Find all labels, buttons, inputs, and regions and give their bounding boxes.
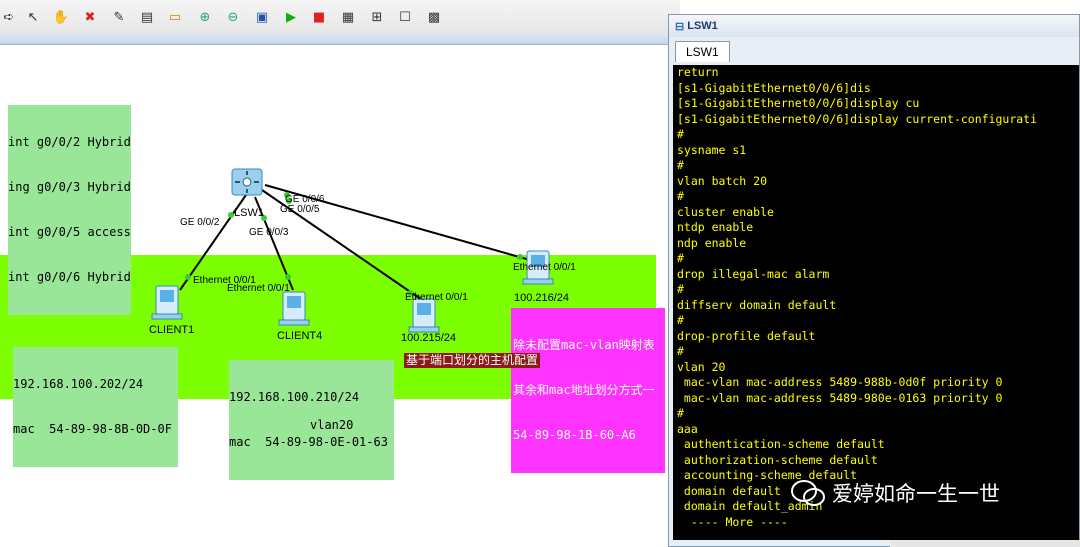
terminal-line: drop illegal-mac alarm <box>677 266 830 281</box>
terminal-line: [s1-GigabitEthernet0/0/6]display current… <box>677 111 1038 126</box>
client1-ip: 192.168.100.202/24 <box>13 377 144 391</box>
terminal-line: # <box>677 344 684 358</box>
port-note-line: ing g0/0/3 Hybrid <box>8 180 131 194</box>
arrow-icon[interactable]: ➪ <box>0 8 18 26</box>
port-label-ge5: GE 0/0/5 <box>280 204 320 215</box>
magenta-line: 54-89-98-1B-60-A6 <box>513 428 636 442</box>
terminal-line: ntdp enable <box>677 220 754 234</box>
terminal-line: # <box>677 406 684 420</box>
vlan-label: vlan20 <box>307 418 357 433</box>
terminal-line: return <box>677 65 719 79</box>
switch-icon <box>231 168 263 196</box>
port-label-ge3: GE 0/0/3 <box>249 227 289 238</box>
terminal-line: authorization-scheme default <box>677 452 878 467</box>
magenta-line: 其余和mac地址划分方式一 <box>513 383 655 397</box>
client4-ip: 192.168.100.210/24 <box>229 390 360 404</box>
terminal-line: ndp enable <box>677 235 747 250</box>
canvas-header-bar <box>0 34 668 45</box>
stop-icon[interactable]: ■ <box>310 8 328 26</box>
terminal-line: mac-vlan mac-address 5489-988b-0d0f prio… <box>677 375 1003 389</box>
terminal-line: cluster enable <box>677 204 774 219</box>
port-label-ge2: GE 0/0/2 <box>180 217 220 228</box>
terminal-line: # <box>677 251 684 265</box>
terminal-line: [s1-GigabitEthernet0/0/6]display cu <box>677 96 920 110</box>
window-app-icon: ⊟ <box>675 20 685 33</box>
mac-vlan-note: 除未配置mac-vlan映射表 其余和mac地址划分方式一 54-89-98-1… <box>511 308 665 473</box>
terminal-line: # <box>677 282 684 296</box>
hand-icon[interactable]: ✋ <box>52 8 70 26</box>
tab-lsw1[interactable]: LSW1 <box>675 41 730 62</box>
client4-mac: mac 54-89-98-0E-01-63 <box>229 435 388 449</box>
port-type-note: int g0/0/2 Hybrid ing g0/0/3 Hybrid int … <box>8 105 131 315</box>
fit-icon[interactable]: ▣ <box>253 8 271 26</box>
watermark-text: 爱婷如命一生一世 <box>832 482 1000 506</box>
terminal-line: authentication-scheme default <box>677 437 885 451</box>
client1-info-note: 192.168.100.202/24 mac 54-89-98-8B-0D-0F <box>13 347 178 467</box>
switch-label[interactable]: LSW1 <box>234 207 264 219</box>
terminal-line: [s1-GigabitEthernet0/0/6]dis <box>677 80 871 95</box>
terminal-line: vlan batch 20 <box>677 173 768 188</box>
terminal-icon[interactable]: ▩ <box>425 8 443 26</box>
client1-mac: mac 54-89-98-8B-0D-0F <box>13 422 172 436</box>
port-label-client4: Ethernet 0/0/1 <box>227 283 290 294</box>
capture-icon[interactable]: ▦ <box>339 8 357 26</box>
pc-client4-icon <box>278 291 310 326</box>
terminal-line: aaa <box>677 421 698 436</box>
pc-client1-icon <box>151 285 183 320</box>
zoom-out-icon[interactable]: ⊖ <box>224 8 242 26</box>
pointer-icon[interactable]: ↖ <box>24 8 42 26</box>
port-note-line: int g0/0/2 Hybrid <box>8 135 131 149</box>
window-tabbar: LSW1 <box>669 37 1079 62</box>
device-label-215[interactable]: 100.215/24 <box>401 332 456 344</box>
port-label-216: Ethernet 0/0/1 <box>513 262 576 273</box>
terminal-line: vlan 20 <box>677 359 726 374</box>
edit-icon[interactable]: ✎ <box>110 8 128 26</box>
window-title: LSW1 <box>687 20 718 32</box>
terminal-line: ---- More ---- <box>677 514 788 529</box>
device-label-client1[interactable]: CLIENT1 <box>149 324 194 336</box>
terminal-line: sysname s1 <box>677 142 747 157</box>
terminal-line: # <box>677 127 684 141</box>
port-based-note: 基于端口划分的主机配置 <box>404 353 541 368</box>
window-titlebar[interactable]: ⊟ LSW1 <box>669 15 1079 37</box>
window-icon[interactable]: ☐ <box>396 8 414 26</box>
topology-canvas[interactable]: int g0/0/2 Hybrid ing g0/0/3 Hybrid int … <box>0 45 668 547</box>
terminal-line: drop-profile default <box>677 328 816 343</box>
port-note-line: int g0/0/6 Hybrid <box>8 270 131 284</box>
terminal-line: diffserv domain default <box>677 297 837 312</box>
device-label-216[interactable]: 100.216/24 <box>514 292 569 304</box>
terminal-line: mac-vlan mac-address 5489-980e-0163 prio… <box>677 390 1003 405</box>
toolbar: ➪ ↖ ✋ ✖ ✎ ▤ ▭ ⊕ ⊖ ▣ ▶ ■ ▦ ⊞ ☐ ▩ <box>0 0 680 35</box>
magenta-line: 除未配置mac-vlan映射表 <box>513 338 655 352</box>
terminal-console[interactable]: return [s1-GigabitEthernet0/0/6]dis [s1-Gi… <box>673 65 1079 540</box>
device-label-client4[interactable]: CLIENT4 <box>277 330 322 342</box>
port-label-ge6: GE 0/0/6 <box>285 194 325 205</box>
terminal-line: # <box>677 189 684 203</box>
port-label-215: Ethernet 0/0/1 <box>405 292 468 303</box>
delete-icon[interactable]: ✖ <box>81 8 99 26</box>
terminal-line: # <box>677 158 684 172</box>
terminal-window: ⊟ LSW1 LSW1 return [s1-GigabitEthernet0/0… <box>668 14 1080 547</box>
rectangle-icon[interactable]: ▭ <box>166 8 184 26</box>
terminal-line: # <box>677 313 684 327</box>
pc-215-icon <box>408 298 440 333</box>
watermark: 爱婷如命一生一世 <box>790 478 1000 508</box>
topology-icon[interactable]: ⊞ <box>368 8 386 26</box>
zoom-in-icon[interactable]: ⊕ <box>196 8 214 26</box>
port-note-line: int g0/0/5 access <box>8 225 131 239</box>
status-strip <box>890 540 1080 547</box>
start-icon[interactable]: ▶ <box>282 8 300 26</box>
wechat-icon <box>791 480 825 506</box>
text-icon[interactable]: ▤ <box>138 8 156 26</box>
